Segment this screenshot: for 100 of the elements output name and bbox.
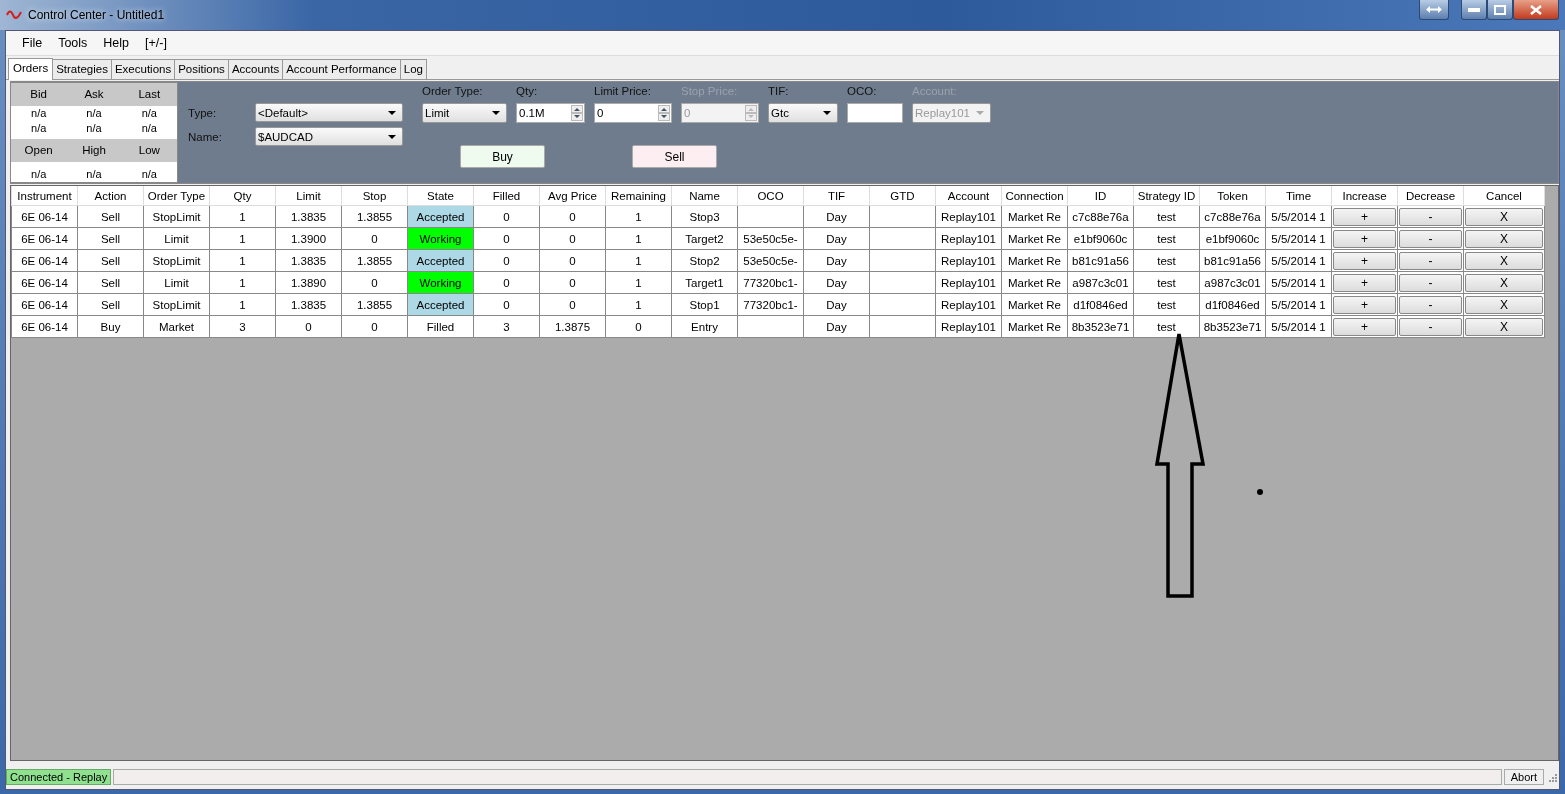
menu-item[interactable]: Tools — [50, 36, 96, 50]
menu-item[interactable]: [+/-] — [137, 36, 175, 50]
tab[interactable]: Executions — [110, 59, 176, 79]
cancel-button[interactable]: X — [1465, 251, 1543, 270]
cancel-button[interactable]: X — [1465, 273, 1543, 292]
name-dropdown[interactable]: $AUDCAD — [255, 127, 403, 146]
column-header: OCO — [737, 186, 804, 206]
menu-item[interactable]: File — [14, 36, 51, 50]
quote-header: Last — [137, 88, 162, 100]
minimize-icon — [1468, 7, 1480, 12]
maximize-button[interactable] — [1487, 0, 1513, 20]
table-cell: 77320bc1- — [737, 293, 804, 316]
table-cell: Filled — [407, 315, 474, 338]
table-cell: d1f0846ed — [1067, 293, 1134, 316]
abort-button[interactable]: Abort — [1503, 769, 1544, 785]
decrease-button[interactable]: - — [1399, 317, 1462, 336]
table-cell: Day — [803, 205, 870, 228]
table-cell: Market Re — [1001, 249, 1068, 272]
table-cell: 8b3523e71 — [1067, 315, 1134, 338]
quote-header: Bid — [29, 88, 48, 100]
table-cell: 1.3855 — [341, 293, 408, 316]
field-label: Limit Price: — [594, 85, 652, 97]
increase-button[interactable]: + — [1333, 229, 1396, 248]
tab[interactable]: Log — [399, 59, 427, 79]
tab[interactable]: Strategies — [52, 59, 112, 79]
table-cell: 53e50c5e- — [737, 227, 804, 250]
quote-header: Low — [137, 144, 161, 156]
table-cell: Replay101 — [935, 315, 1002, 338]
table-cell — [869, 249, 936, 272]
table-cell: 1.3855 — [341, 205, 408, 228]
decrease-button[interactable]: - — [1399, 229, 1462, 248]
menu-item[interactable]: Help — [95, 36, 138, 50]
dropdown[interactable]: Gtc — [768, 103, 838, 123]
table-cell: Replay101 — [935, 227, 1002, 250]
increase-button[interactable]: + — [1333, 295, 1396, 314]
table-cell: 0 — [473, 205, 540, 228]
cancel-button[interactable]: X — [1465, 207, 1543, 226]
table-cell: 1 — [209, 205, 276, 228]
buy-button[interactable]: Buy — [460, 145, 545, 168]
table-cell: d1f0846ed — [1199, 293, 1266, 316]
minimize-button[interactable] — [1461, 0, 1487, 20]
increase-button[interactable]: + — [1333, 317, 1396, 336]
table-cell: 0 — [341, 271, 408, 294]
spinner-arrows-icon — [745, 105, 757, 121]
table-cell — [869, 293, 936, 316]
column-header: Token — [1199, 186, 1266, 206]
maximize-icon — [1494, 4, 1506, 15]
tab[interactable]: Account Performance — [282, 59, 401, 79]
tab[interactable]: Orders — [8, 58, 54, 80]
decrease-button[interactable]: - — [1399, 295, 1462, 314]
table-cell: test — [1133, 227, 1200, 250]
spinner-field[interactable]: 0 — [594, 103, 672, 123]
spinner-field[interactable]: 0.1M — [516, 103, 585, 123]
increase-button[interactable]: + — [1333, 251, 1396, 270]
caret-icon — [388, 134, 396, 139]
text-field[interactable] — [847, 103, 903, 123]
cancel-button[interactable]: X — [1465, 295, 1543, 314]
table-cell: Sell — [77, 205, 144, 228]
increase-button[interactable]: + — [1333, 207, 1396, 226]
table-cell: 1 — [209, 227, 276, 250]
resize-grip-icon — [1548, 772, 1557, 782]
tab[interactable]: Accounts — [227, 59, 284, 79]
table-cell: 1.3855 — [341, 249, 408, 272]
dropdown[interactable]: Limit — [422, 103, 507, 123]
table-cell: 53e50c5e- — [737, 249, 804, 272]
sell-button[interactable]: Sell — [632, 145, 717, 168]
cancel-button[interactable]: X — [1465, 229, 1543, 248]
table-cell: 0 — [539, 293, 606, 316]
table-cell: Sell — [77, 271, 144, 294]
decrease-button[interactable]: - — [1399, 273, 1462, 292]
type-dropdown[interactable]: <Default> — [255, 103, 403, 122]
table-cell: 5/5/2014 1 — [1265, 293, 1332, 316]
decrease-button[interactable]: - — [1399, 207, 1462, 226]
table-cell: 0 — [539, 227, 606, 250]
resize-button[interactable] — [1419, 0, 1449, 20]
table-cell: Sell — [77, 249, 144, 272]
window-title: Control Center - Untitled1 — [28, 8, 165, 22]
close-button[interactable] — [1513, 0, 1559, 20]
table-cell: Stop1 — [671, 293, 738, 316]
cancel-button[interactable]: X — [1465, 317, 1543, 336]
decrease-button[interactable]: - — [1399, 251, 1462, 270]
table-cell: 1.3875 — [539, 315, 606, 338]
column-header: Remaining — [605, 186, 672, 206]
table-cell: c7c88e76a — [1199, 205, 1266, 228]
quote-value: n/a — [30, 106, 48, 121]
field-label: TIF: — [768, 85, 790, 97]
tab[interactable]: Positions — [174, 59, 229, 79]
quote-value: n/a — [85, 167, 103, 182]
table-cell: 0 — [539, 271, 606, 294]
table-cell: 1 — [605, 249, 672, 272]
quote-value: n/a — [30, 121, 48, 136]
table-cell — [737, 315, 804, 338]
caret-icon — [823, 111, 831, 115]
quote-value: n/a — [140, 121, 158, 136]
increase-button[interactable]: + — [1333, 273, 1396, 292]
table-cell — [869, 205, 936, 228]
table-cell: 1 — [605, 205, 672, 228]
column-header: Connection — [1001, 186, 1068, 206]
column-header: Qty — [209, 186, 276, 206]
table-cell: 5/5/2014 1 — [1265, 227, 1332, 250]
